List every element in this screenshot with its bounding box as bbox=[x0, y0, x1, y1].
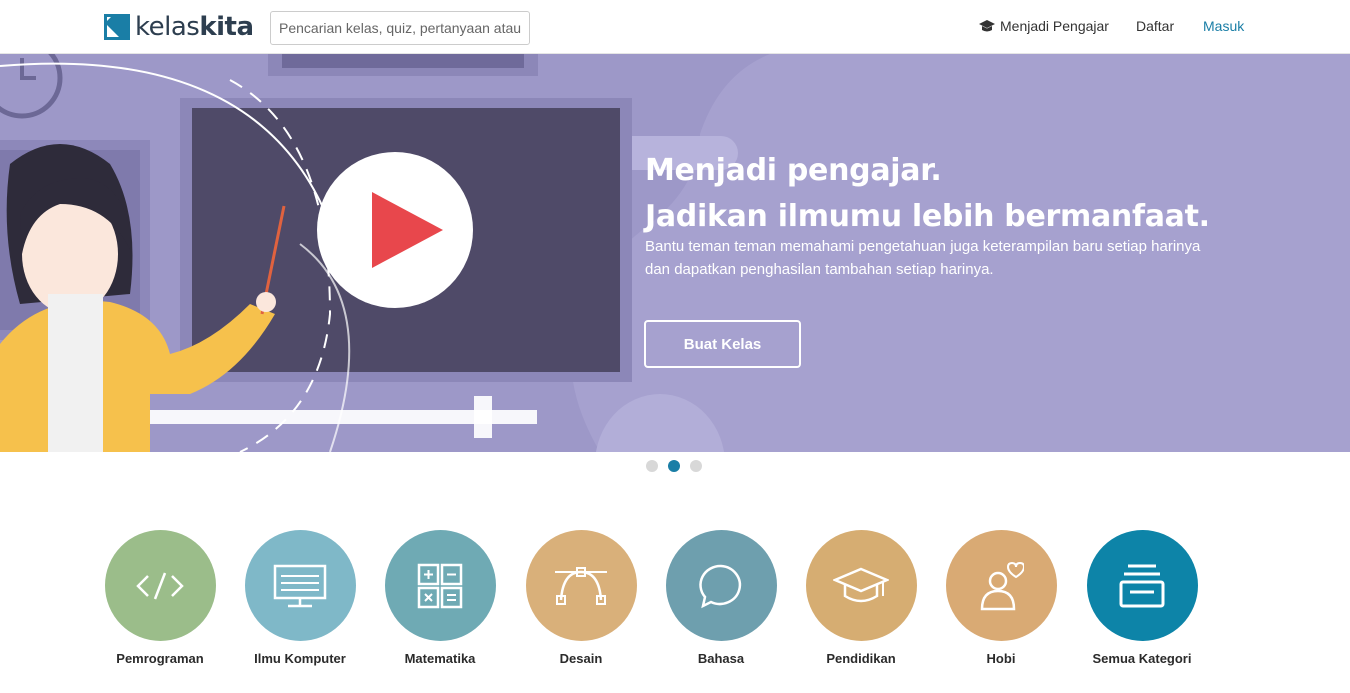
code-icon bbox=[136, 572, 184, 599]
category-label: Matematika bbox=[404, 651, 476, 666]
bezier-pen-icon bbox=[555, 566, 607, 605]
carousel-dot-1[interactable] bbox=[646, 460, 658, 472]
search-input[interactable] bbox=[270, 11, 530, 45]
hero-subtitle: Bantu teman teman memahami pengetahuan j… bbox=[645, 235, 1285, 281]
category-hobi[interactable]: Hobi bbox=[931, 530, 1071, 666]
category-label: Semua Kategori bbox=[1092, 651, 1192, 666]
logo-text-light: kelas bbox=[135, 12, 200, 42]
carousel-dot-3[interactable] bbox=[690, 460, 702, 472]
signup-link[interactable]: Daftar bbox=[1136, 18, 1174, 34]
kelaskita-logo[interactable]: kelaskita bbox=[104, 12, 254, 42]
category-matematika[interactable]: Matematika bbox=[370, 530, 510, 666]
logo-text-bold: kita bbox=[199, 12, 254, 42]
become-teacher-label: Menjadi Pengajar bbox=[1000, 18, 1109, 34]
chat-bubble-icon bbox=[699, 564, 742, 608]
category-desain[interactable]: Desain bbox=[511, 530, 651, 666]
category-label: Bahasa bbox=[697, 651, 745, 666]
create-class-button[interactable]: Buat Kelas bbox=[644, 320, 801, 368]
carousel-dot-2[interactable] bbox=[668, 460, 680, 472]
category-pemrograman[interactable]: Pemrograman bbox=[90, 530, 230, 666]
category-ilmu-komputer[interactable]: Ilmu Komputer bbox=[230, 530, 370, 666]
hero-banner: Menjadi pengajar. Jadikan ilmumu lebih b… bbox=[0, 54, 1350, 452]
logo-mark-icon bbox=[104, 14, 130, 40]
category-label: Pendidikan bbox=[826, 651, 896, 666]
category-label: Pemrograman bbox=[116, 651, 204, 666]
graduation-cap-icon bbox=[833, 567, 889, 602]
top-navbar: kelaskita Menjadi Pengajar Daftar Masuk bbox=[0, 0, 1350, 54]
category-label: Desain bbox=[559, 651, 603, 666]
graduation-cap-icon bbox=[979, 20, 995, 32]
category-label: Ilmu Komputer bbox=[254, 651, 346, 666]
hero-subtitle-line1: Bantu teman teman memahami pengetahuan j… bbox=[645, 238, 1201, 255]
login-link[interactable]: Masuk bbox=[1203, 18, 1244, 34]
category-pendidikan[interactable]: Pendidikan bbox=[791, 530, 931, 666]
category-bahasa[interactable]: Bahasa bbox=[651, 530, 791, 666]
category-label: Hobi bbox=[986, 651, 1016, 666]
carousel-indicators bbox=[646, 460, 702, 472]
hero-subtitle-line2: dan dapatkan penghasilan tambahan setiap… bbox=[645, 261, 994, 278]
category-semua-kategori[interactable]: Semua Kategori bbox=[1072, 530, 1212, 666]
monitor-icon bbox=[273, 564, 327, 607]
hero-title-line2: Jadikan ilmumu lebih bermanfaat. bbox=[645, 199, 1210, 234]
become-teacher-link[interactable]: Menjadi Pengajar bbox=[978, 18, 1109, 34]
hero-title: Menjadi pengajar. Jadikan ilmumu lebih b… bbox=[645, 148, 1210, 240]
hero-title-line1: Menjadi pengajar. bbox=[645, 153, 942, 188]
calculator-icon bbox=[417, 563, 463, 608]
stack-icon bbox=[1119, 564, 1165, 607]
person-heart-icon bbox=[980, 561, 1024, 610]
